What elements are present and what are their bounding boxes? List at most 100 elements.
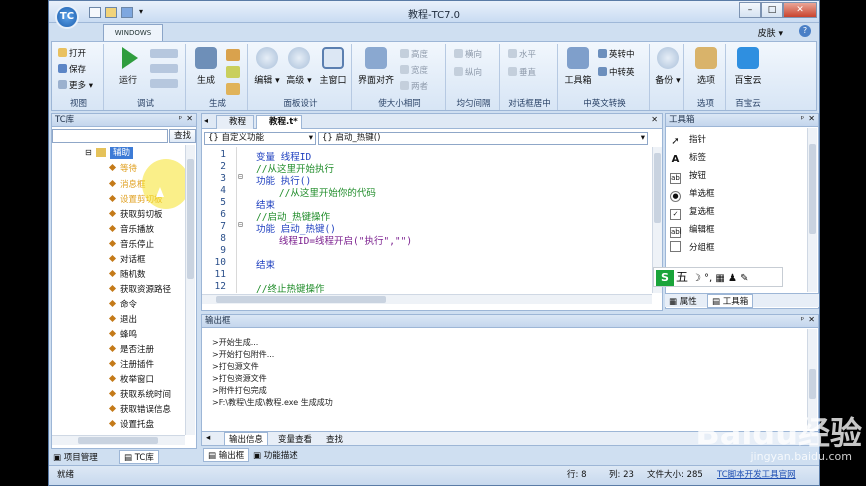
tab-scroll-left-icon[interactable]: ◂ <box>206 433 210 443</box>
checkbox-icon: ✓ <box>670 209 681 220</box>
scope-select[interactable]: {} 自定义功能 ▾ <box>204 132 316 145</box>
tree-horizontal-scrollbar[interactable] <box>52 435 185 445</box>
tree-item[interactable]: 随机数 <box>108 268 146 283</box>
open-button[interactable]: 打开 <box>58 47 86 59</box>
tree-item[interactable]: 等待 <box>108 162 137 177</box>
stop-icon[interactable] <box>150 79 178 88</box>
cn-to-en-button[interactable]: 中转英 <box>598 66 635 78</box>
maximize-button[interactable]: □ <box>761 2 783 18</box>
tree-item[interactable]: 获取错误信息 <box>108 403 171 418</box>
close-icon[interactable]: ✕ <box>651 115 658 124</box>
app-logo[interactable]: TC <box>55 5 79 29</box>
tree-item[interactable]: 对话框 <box>108 253 146 268</box>
tree-item[interactable]: 获取资源路径 <box>108 283 171 298</box>
tree-item[interactable]: 命令 <box>108 298 137 313</box>
tool-pointer[interactable]: ➚ 指针 <box>670 132 706 149</box>
status-file-size: 文件大小: 285 <box>647 470 703 480</box>
cloud-button[interactable]: 百宝云 <box>730 47 766 86</box>
same-height-button[interactable]: 高度 <box>400 48 428 60</box>
step-over-icon[interactable] <box>150 64 178 73</box>
backup-icon <box>657 47 679 69</box>
tree-item[interactable]: 消息框 <box>108 178 146 193</box>
close-icon[interactable]: ✕ <box>808 114 815 123</box>
toolbox-scrollbar[interactable] <box>807 128 817 292</box>
step-icon[interactable] <box>150 49 178 58</box>
center-horizontal-button[interactable]: 水平 <box>508 48 536 60</box>
pin-icon[interactable]: ᵖ <box>801 315 804 324</box>
tab-windows[interactable]: WINDOWS <box>103 24 163 41</box>
tab-toolbox[interactable]: ▤ 工具箱 <box>707 294 754 308</box>
tree-item[interactable]: 枚举窗口 <box>108 373 154 388</box>
tab-tc-library[interactable]: ▤ TC库 <box>119 450 159 464</box>
fold-icon[interactable]: ⊟ <box>238 220 243 229</box>
close-icon[interactable]: ✕ <box>808 315 815 324</box>
fold-icon[interactable]: ⊟ <box>238 172 243 181</box>
cloud-icon <box>737 47 759 69</box>
tree-item[interactable]: 设置托盘 <box>108 418 154 433</box>
skin-menu[interactable]: 皮肤 ▾ <box>758 26 783 39</box>
tab-scroll-left-icon[interactable]: ◂ <box>204 116 208 125</box>
same-both-button[interactable]: 两者 <box>400 80 428 92</box>
tab-properties[interactable]: ▦ 属性 <box>669 295 697 307</box>
search-input[interactable] <box>52 129 168 143</box>
vertical-spacing-button[interactable]: 纵向 <box>454 66 482 78</box>
close-icon[interactable]: ✕ <box>186 114 193 123</box>
align-button[interactable]: 界面对齐 <box>356 47 396 86</box>
tool-groupbox[interactable]: 分组框 <box>670 240 715 257</box>
tree-root-item[interactable]: 辅助 <box>110 147 134 159</box>
tab-variable-view[interactable]: 变量查看 <box>278 433 312 445</box>
ime-toolbar[interactable]: S五 ☽ °, ▦ ♟ ✎ <box>653 267 783 287</box>
tool-editbox[interactable]: abl 编辑框 <box>670 222 715 239</box>
tree-item[interactable]: 音乐停止 <box>108 238 154 253</box>
options-button[interactable]: 选项 <box>690 47 722 86</box>
tree-item[interactable]: 退出 <box>108 313 137 328</box>
tree-item[interactable]: 获取系统时间 <box>108 388 171 403</box>
tree-vertical-scrollbar[interactable] <box>185 145 195 435</box>
function-select[interactable]: {} 启动_热键() ▾ <box>318 132 648 145</box>
tab-project-manager[interactable]: ▣ 项目管理 <box>53 451 98 463</box>
center-vertical-button[interactable]: 垂直 <box>508 66 536 78</box>
toolbox-button[interactable]: 工具箱 <box>560 47 596 86</box>
en-to-cn-button[interactable]: 英转中 <box>598 48 635 60</box>
more-button[interactable]: 更多 ▾ <box>58 79 93 91</box>
collapse-icon[interactable]: ⊟ <box>85 148 92 157</box>
same-width-button[interactable]: 宽度 <box>400 64 428 76</box>
tree-item[interactable]: 蜂鸣 <box>108 328 137 343</box>
package-icon[interactable] <box>226 83 240 95</box>
tool-label[interactable]: A 标签 <box>670 150 706 167</box>
editor-horizontal-scrollbar[interactable] <box>202 294 652 304</box>
edit-button[interactable]: 编辑 ▾ <box>252 47 282 86</box>
tab-tutorial[interactable]: 教程 <box>216 115 254 129</box>
pin-icon[interactable]: ᵖ <box>801 114 804 123</box>
advanced-button[interactable]: 高级 ▾ <box>284 47 314 86</box>
save-button[interactable]: 保存 <box>58 63 86 75</box>
minimize-button[interactable]: – <box>739 2 761 18</box>
tab-tutorial-file[interactable]: 教程.t* <box>256 115 302 129</box>
run-button[interactable]: 运行 <box>110 47 146 86</box>
tree-item[interactable]: 是否注册 <box>108 343 154 358</box>
tab-find[interactable]: 查找 <box>326 433 343 445</box>
close-button[interactable]: ✕ <box>783 2 817 18</box>
pin-icon[interactable]: ᵖ <box>179 114 182 123</box>
tool-checkbox[interactable]: ✓ 复选框 <box>670 204 715 221</box>
main-window-button[interactable]: 主窗口 <box>316 47 350 86</box>
help-icon[interactable]: ? <box>799 25 811 37</box>
tab-output-box[interactable]: ▤ 输出框 <box>203 448 250 462</box>
horizontal-spacing-button[interactable]: 横向 <box>454 48 482 60</box>
status-row: 行: 8 <box>567 470 587 480</box>
tab-function-description[interactable]: ▣ 功能描述 <box>253 449 298 461</box>
tree-item[interactable]: 注册插件 <box>108 358 154 373</box>
code-area[interactable]: ⊟ ⊟ 1 变量 线程ID 2//从这里开始执行 3 功能 执行() 4 //从这里… <box>202 147 652 293</box>
tree-item[interactable]: 音乐播放 <box>108 223 154 238</box>
brush-icon[interactable] <box>226 66 240 78</box>
tree-item[interactable]: 获取剪切板 <box>108 208 163 223</box>
tool-radio[interactable]: ● 单选框 <box>670 186 715 203</box>
search-button[interactable]: 查找 <box>169 129 196 143</box>
advanced-icon <box>288 47 310 69</box>
tab-output-info[interactable]: 输出信息 <box>224 432 269 446</box>
backup-button[interactable]: 备份 ▾ <box>654 47 682 86</box>
tool-button[interactable]: ab 按钮 <box>670 168 706 185</box>
tool-icon[interactable] <box>226 49 240 61</box>
official-site-link[interactable]: TC脚本开发工具官网 <box>717 466 796 485</box>
build-button[interactable]: 生成 <box>190 47 222 86</box>
